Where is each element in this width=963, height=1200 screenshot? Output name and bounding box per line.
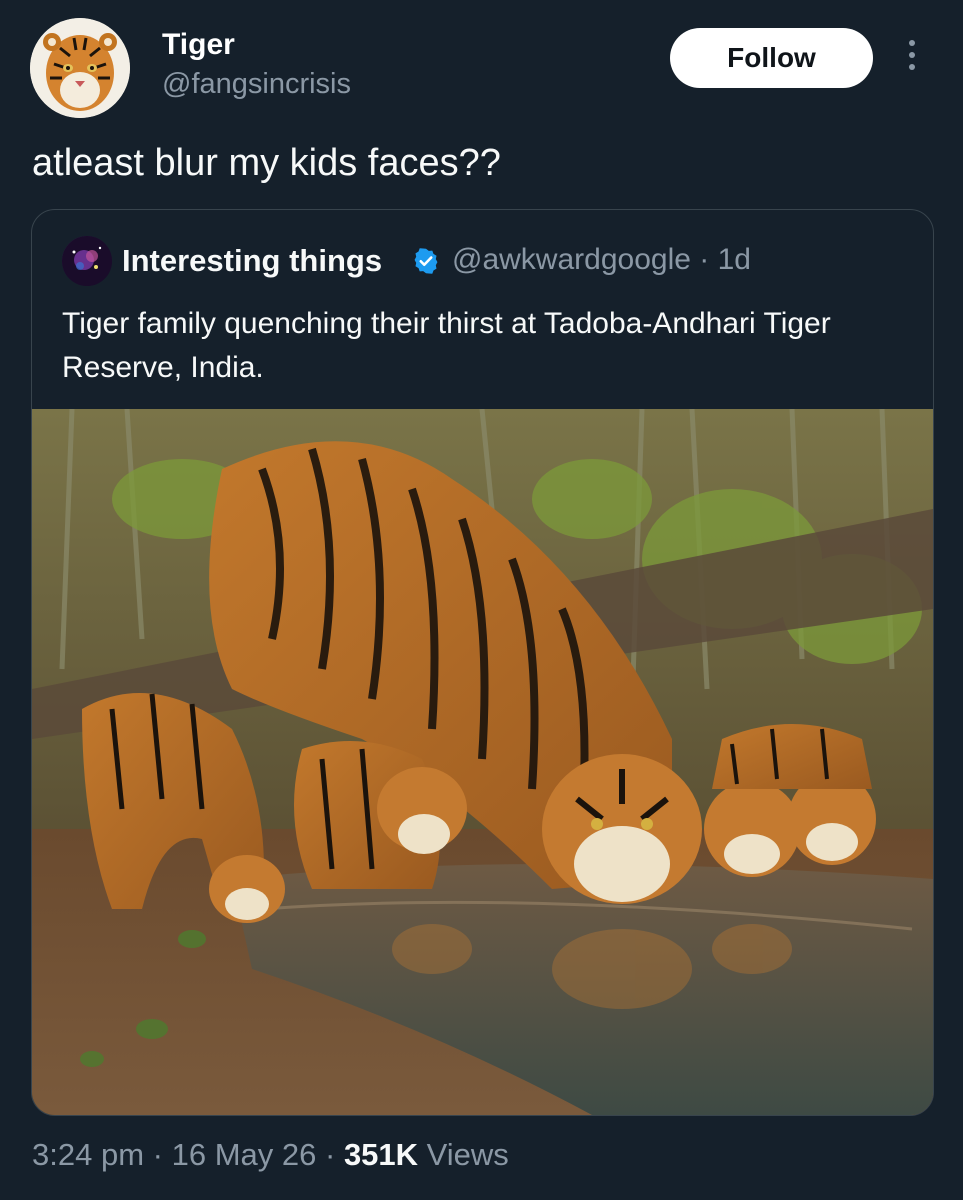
quoted-handle[interactable]: @awkwardgoogle xyxy=(452,243,691,276)
author-handle[interactable]: @fangsincrisis xyxy=(162,68,351,101)
quoted-meta: @awkwardgoogle · 1d xyxy=(452,243,751,277)
galaxy-avatar-icon xyxy=(62,236,112,286)
tiger-family-photo[interactable] xyxy=(32,409,933,1115)
footer-separator: · xyxy=(152,1137,163,1172)
tweet-time[interactable]: 3:24 pm xyxy=(32,1137,144,1172)
tweet-date[interactable]: 16 May 26 xyxy=(172,1137,317,1172)
tweet-footer: 3:24 pm · 16 May 26 · 351K Views xyxy=(32,1137,509,1173)
quoted-age[interactable]: 1d xyxy=(718,243,751,276)
meta-separator: · xyxy=(699,243,710,276)
quoted-tweet-text: Tiger family quenching their thirst at T… xyxy=(62,307,831,384)
author-avatar[interactable] xyxy=(30,18,130,118)
quoted-author-avatar[interactable] xyxy=(62,236,112,286)
follow-button[interactable]: Follow xyxy=(670,28,873,88)
author-display-name[interactable]: Tiger xyxy=(162,28,235,62)
quoted-display-name[interactable]: Interesting things xyxy=(122,243,382,279)
tweet-text: atleast blur my kids faces?? xyxy=(32,142,501,184)
quoted-tweet-card[interactable]: Interesting things @awkwardgoogle · 1d T… xyxy=(31,209,934,1116)
views-label: Views xyxy=(426,1137,509,1172)
tiger-face-icon xyxy=(30,18,130,118)
tiger-family-image xyxy=(32,409,933,1115)
footer-separator: · xyxy=(324,1137,336,1172)
more-options-icon[interactable] xyxy=(902,40,922,76)
verified-badge-icon xyxy=(414,248,438,274)
views-count: 351K xyxy=(343,1137,419,1172)
